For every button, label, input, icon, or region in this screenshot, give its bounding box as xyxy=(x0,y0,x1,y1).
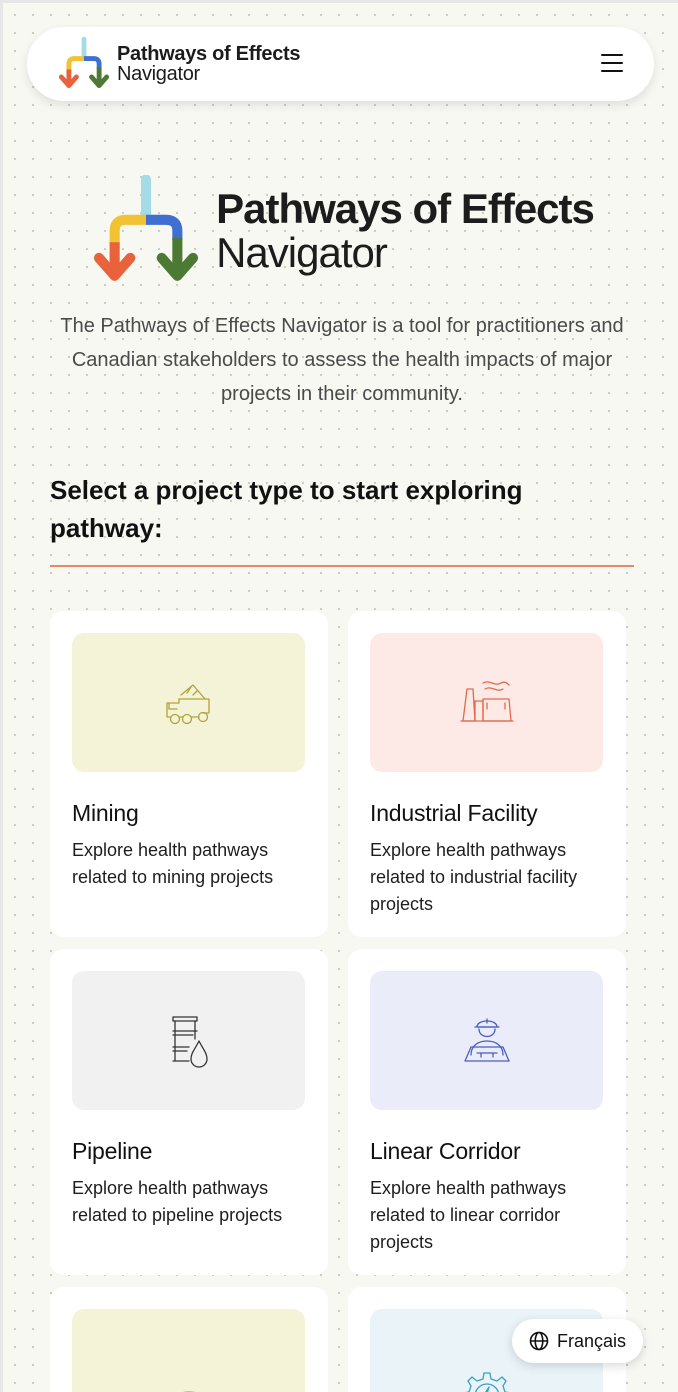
header-subtitle: Navigator xyxy=(117,63,200,85)
hero-section: Pathways of Effects Navigator The Pathwa… xyxy=(3,175,678,411)
project-card-pipeline[interactable]: Pipeline Explore health pathways related… xyxy=(50,949,328,1275)
hero-description: The Pathways of Effects Navigator is a t… xyxy=(60,315,624,405)
header-title: Pathways of Effects xyxy=(117,43,301,65)
card-title: Pipeline xyxy=(72,1138,153,1164)
card-description: Explore health pathways related to minin… xyxy=(72,840,274,887)
card-title: Mining xyxy=(72,800,139,826)
project-card-mining[interactable]: Mining Explore health pathways related t… xyxy=(50,611,328,937)
card-description: Explore health pathways related to indus… xyxy=(370,840,578,914)
project-card-linear-corridor[interactable]: Linear Corridor Explore health pathways … xyxy=(348,949,626,1275)
project-card-industrial-facility[interactable]: Industrial Facility Explore health pathw… xyxy=(348,611,626,937)
engineer-icon xyxy=(463,1017,510,1062)
section-title: Select a project type to start exploring… xyxy=(50,475,523,543)
card-description: Explore health pathways related to pipel… xyxy=(72,1178,283,1225)
dump-truck-icon xyxy=(165,683,210,724)
oil-barrel-icon xyxy=(171,1015,208,1068)
hamburger-menu-icon[interactable] xyxy=(600,51,624,75)
globe-icon xyxy=(529,1331,549,1351)
language-toggle-button[interactable]: Français xyxy=(512,1319,643,1363)
card-image xyxy=(72,633,305,772)
header-logo[interactable]: Pathways of Effects Navigator xyxy=(57,37,301,91)
section-divider xyxy=(50,565,634,567)
card-title: Industrial Facility xyxy=(370,800,538,826)
logo-arrows-icon xyxy=(94,175,199,281)
language-label: Français xyxy=(556,1330,627,1351)
factory-icon xyxy=(459,680,514,722)
top-header: Pathways of Effects Navigator xyxy=(27,27,654,101)
energy-gear-icon xyxy=(462,1371,511,1392)
project-card-5[interactable] xyxy=(50,1287,328,1392)
card-image xyxy=(72,1309,305,1392)
logo-arrows-icon xyxy=(58,37,110,89)
radiation-icon xyxy=(182,1391,195,1392)
hero-subtitle: Navigator xyxy=(216,229,388,276)
hero-title: Pathways of Effects xyxy=(216,184,595,232)
card-title: Linear Corridor xyxy=(370,1138,521,1164)
card-description: Explore health pathways related to linea… xyxy=(370,1178,567,1252)
card-image xyxy=(370,971,603,1110)
hero-logo: Pathways of Effects Navigator xyxy=(3,175,678,287)
card-image xyxy=(72,971,305,1110)
card-image xyxy=(370,633,603,772)
